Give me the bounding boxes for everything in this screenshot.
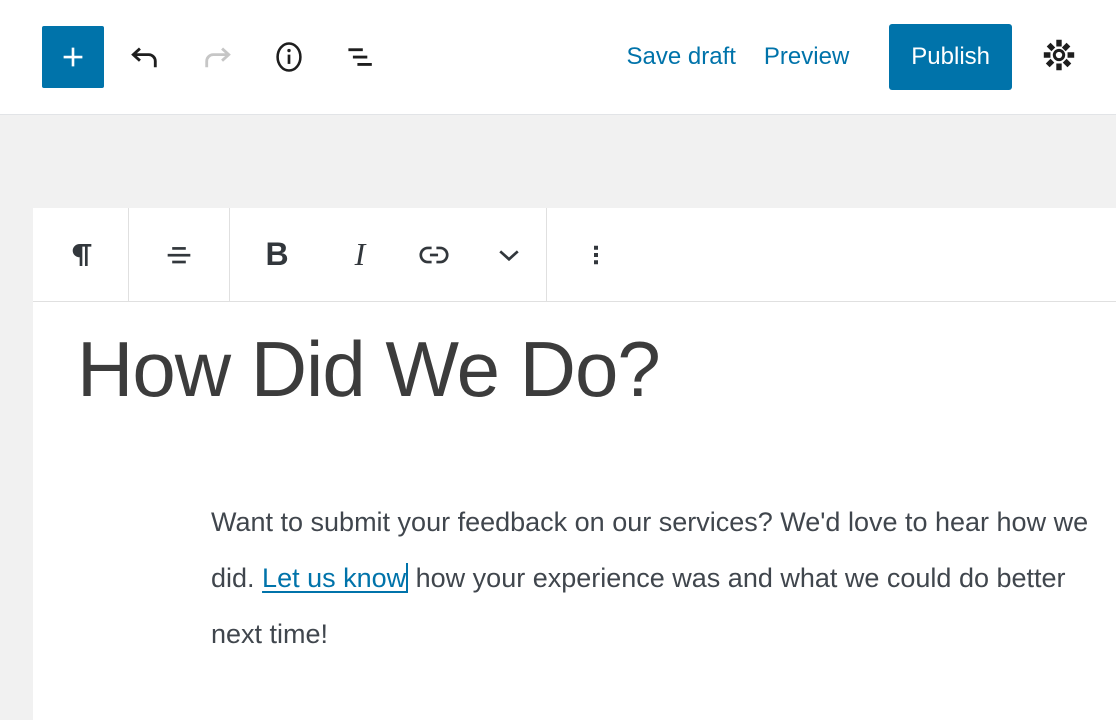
redo-button[interactable] [186, 26, 248, 88]
more-vertical-icon [581, 240, 611, 270]
block-type-paragraph-button[interactable] [33, 208, 128, 301]
link-icon [416, 237, 452, 273]
block-options-group [547, 208, 645, 301]
header-right-actions: Save draft Preview Publish [613, 0, 1090, 113]
list-view-button[interactable] [330, 26, 392, 88]
undo-icon [126, 38, 164, 76]
header-left-tools [42, 0, 392, 113]
post-paragraph-block[interactable]: Want to submit your feedback on our serv… [211, 494, 1111, 662]
block-toolbar: B I [33, 208, 1116, 302]
editor-header: Save draft Preview Publish [0, 0, 1116, 115]
list-view-icon [343, 39, 379, 75]
save-draft-button[interactable]: Save draft [613, 35, 750, 79]
block-type-group [33, 208, 129, 301]
post-title[interactable]: How Did We Do? [77, 328, 661, 411]
info-icon [271, 39, 307, 75]
publish-button[interactable]: Publish [889, 23, 1012, 90]
alignment-group [129, 208, 230, 301]
redo-icon [198, 38, 236, 76]
settings-button[interactable] [1028, 26, 1090, 88]
chevron-down-icon [492, 238, 526, 272]
add-block-button[interactable] [42, 25, 104, 88]
details-info-button[interactable] [258, 26, 320, 88]
bold-button[interactable]: B [230, 208, 324, 301]
paragraph-icon [64, 238, 98, 272]
let-us-know-link[interactable]: Let us know [262, 563, 406, 593]
link-button[interactable] [396, 208, 472, 301]
text-format-group: B I [230, 208, 547, 301]
align-center-icon [162, 238, 196, 272]
plus-icon [58, 42, 88, 72]
gear-icon [1040, 36, 1078, 77]
block-options-button[interactable] [547, 208, 645, 301]
more-rich-text-controls-button[interactable] [472, 208, 546, 301]
post-content-area: How Did We Do? Want to submit your feedb… [33, 302, 1116, 720]
preview-button[interactable]: Preview [750, 35, 863, 79]
editor-canvas: B I How Did We Do? Want to submit your f… [0, 115, 1116, 720]
change-alignment-button[interactable] [129, 208, 229, 301]
undo-button[interactable] [114, 26, 176, 88]
italic-button[interactable]: I [324, 208, 396, 301]
